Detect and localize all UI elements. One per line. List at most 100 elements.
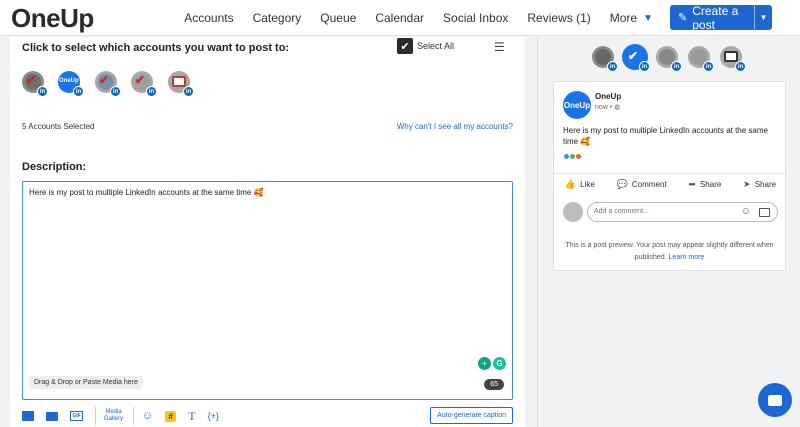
create-post-label: Create a post (692, 3, 739, 32)
account-avatar-4[interactable]: ✔ in (131, 71, 157, 97)
send-label: Share (754, 180, 777, 189)
preview-account-name: OneUp (595, 92, 622, 101)
nav-calendar[interactable]: Calendar (375, 11, 424, 25)
preview-like-button: 👍 Like (565, 179, 595, 190)
preview-actions: 👍 Like 💬 Comment ➦ Share ➤ Share (554, 173, 787, 195)
media-gallery-button[interactable]: Media Gallery (104, 409, 123, 423)
variables-icon[interactable]: {+} (208, 411, 219, 421)
grammarly-icon[interactable]: G (493, 357, 506, 370)
globe-icon: ◍ (614, 104, 621, 111)
edit-icon: ✎ (678, 12, 688, 24)
preview-panel: in ✔ in in in in OneUp OneUp now • ◍ Her… (538, 37, 800, 427)
main-nav: Accounts Category Queue Calendar Social … (165, 0, 653, 36)
nav-reviews[interactable]: Reviews (1) (527, 11, 590, 25)
checkmark-icon: ✔ (135, 73, 146, 87)
linkedin-badge-icon: in (607, 61, 618, 72)
learn-more-link[interactable]: Learn more (669, 254, 705, 261)
drag-drop-hint[interactable]: Drag & Drop or Paste Media here (29, 376, 143, 389)
comment-placeholder: Add a comment... (594, 208, 649, 215)
checkmark-icon: ✔ (628, 49, 639, 63)
list-view-icon[interactable]: ☰ (494, 40, 505, 54)
linkedin-badge-icon: in (183, 86, 194, 97)
hashtag-icon[interactable]: # (165, 410, 177, 422)
linkedin-badge-icon: in (639, 61, 650, 72)
nav-accounts[interactable]: Accounts (184, 11, 233, 25)
account-avatar-2[interactable]: OneUp in (58, 71, 84, 97)
preview-repost-button: ➦ Share (688, 179, 721, 190)
reaction-icons (563, 153, 582, 160)
oneup-avatar-icon: OneUp (59, 78, 79, 84)
linkedin-badge-icon: in (671, 61, 682, 72)
accounts-selected-count: 5 Accounts Selected (22, 122, 95, 131)
message-icon (724, 51, 738, 62)
preview-account-5[interactable]: in (720, 46, 746, 72)
share-label: Share (699, 180, 722, 189)
send-icon: ➤ (743, 179, 751, 189)
nav-category[interactable]: Category (253, 11, 302, 25)
ai-assist-icon[interactable]: + (478, 357, 491, 370)
media-gallery-label-line1: Media (105, 409, 122, 415)
description-text[interactable]: Here is my post to multiple LinkedIn acc… (29, 188, 264, 197)
account-avatar-5[interactable]: in (168, 71, 194, 97)
top-navigation-bar: OneUp Accounts Category Queue Calendar S… (0, 0, 800, 36)
support-chat-button[interactable] (758, 383, 792, 417)
message-icon (172, 76, 186, 87)
toolbar-divider (95, 407, 96, 425)
preview-comment-button: 💬 Comment (617, 179, 667, 190)
oneup-logo[interactable]: OneUp (11, 3, 94, 34)
nav-social-inbox[interactable]: Social Inbox (443, 11, 508, 25)
chat-bubble-icon (768, 394, 782, 406)
composer-panel: Click to select which accounts you want … (0, 37, 537, 427)
select-all-checkbox[interactable]: ✔ (397, 38, 413, 54)
accounts-title: Click to select which accounts you want … (22, 42, 290, 54)
description-label: Description: (22, 161, 87, 173)
nav-queue[interactable]: Queue (320, 11, 356, 25)
composer-card: Click to select which accounts you want … (10, 37, 525, 427)
add-video-button[interactable] (46, 411, 58, 421)
nav-more[interactable]: More ▼ (610, 11, 653, 25)
image-icon (759, 208, 770, 217)
character-count: 65 (484, 379, 504, 390)
video-icon (46, 411, 58, 421)
preview-post-text: Here is my post to multiple LinkedIn acc… (563, 126, 768, 146)
comment-input: Add a comment... ☺ (587, 202, 778, 222)
account-avatar-3[interactable]: ✔ in (95, 71, 121, 97)
preview-avatar: OneUp (563, 91, 591, 119)
checkmark-icon: ✔ (99, 73, 110, 87)
gif-icon: GIF (70, 411, 83, 421)
linkedin-badge-icon: in (73, 86, 84, 97)
account-avatar-1[interactable]: ✔ in (22, 71, 48, 97)
like-label: Like (580, 180, 595, 189)
preview-account-2[interactable]: ✔ in (624, 46, 650, 72)
auto-generate-caption-button[interactable]: Auto-generate caption (430, 407, 513, 424)
preview-account-3[interactable]: in (656, 46, 682, 72)
linkedin-badge-icon: in (110, 86, 121, 97)
preview-disclaimer: This is a post preview. Your post may ap… (553, 240, 786, 264)
composer-toolbar: GIF Media Gallery ☺ # T {+} Auto-generat… (22, 406, 513, 426)
preview-send-button: ➤ Share (743, 179, 776, 190)
preview-account-4[interactable]: in (688, 46, 714, 72)
preview-account-1[interactable]: in (592, 46, 618, 72)
add-image-button[interactable] (22, 411, 34, 421)
linkedin-badge-icon: in (37, 86, 48, 97)
share-arrow-icon: ➦ (688, 179, 696, 189)
create-post-dropdown-toggle[interactable]: ▼ (754, 5, 772, 30)
why-accounts-link[interactable]: Why can't I see all my accounts? (397, 122, 513, 131)
checkmark-icon: ✔ (26, 73, 37, 87)
add-gif-button[interactable]: GIF (70, 411, 83, 421)
emoji-icon: ☺ (740, 206, 751, 217)
love-reaction-icon (575, 153, 582, 160)
linkedin-badge-icon: in (735, 61, 746, 72)
create-post-button[interactable]: ✎ Create a post ▼ (670, 3, 772, 32)
linkedin-badge-icon: in (146, 86, 157, 97)
preview-timestamp: now • ◍ (595, 103, 620, 111)
image-icon (22, 411, 34, 421)
comment-icon: 💬 (616, 179, 628, 189)
description-editor[interactable]: Here is my post to multiple LinkedIn acc… (22, 181, 513, 400)
text-format-icon[interactable]: T (188, 409, 195, 424)
media-gallery-label-line2: Gallery (104, 416, 124, 422)
select-all-label[interactable]: Select All (417, 41, 454, 51)
emoji-icon[interactable]: ☺ (142, 410, 153, 422)
preview-time-text: now (595, 104, 608, 111)
toolbar-divider (133, 407, 135, 425)
